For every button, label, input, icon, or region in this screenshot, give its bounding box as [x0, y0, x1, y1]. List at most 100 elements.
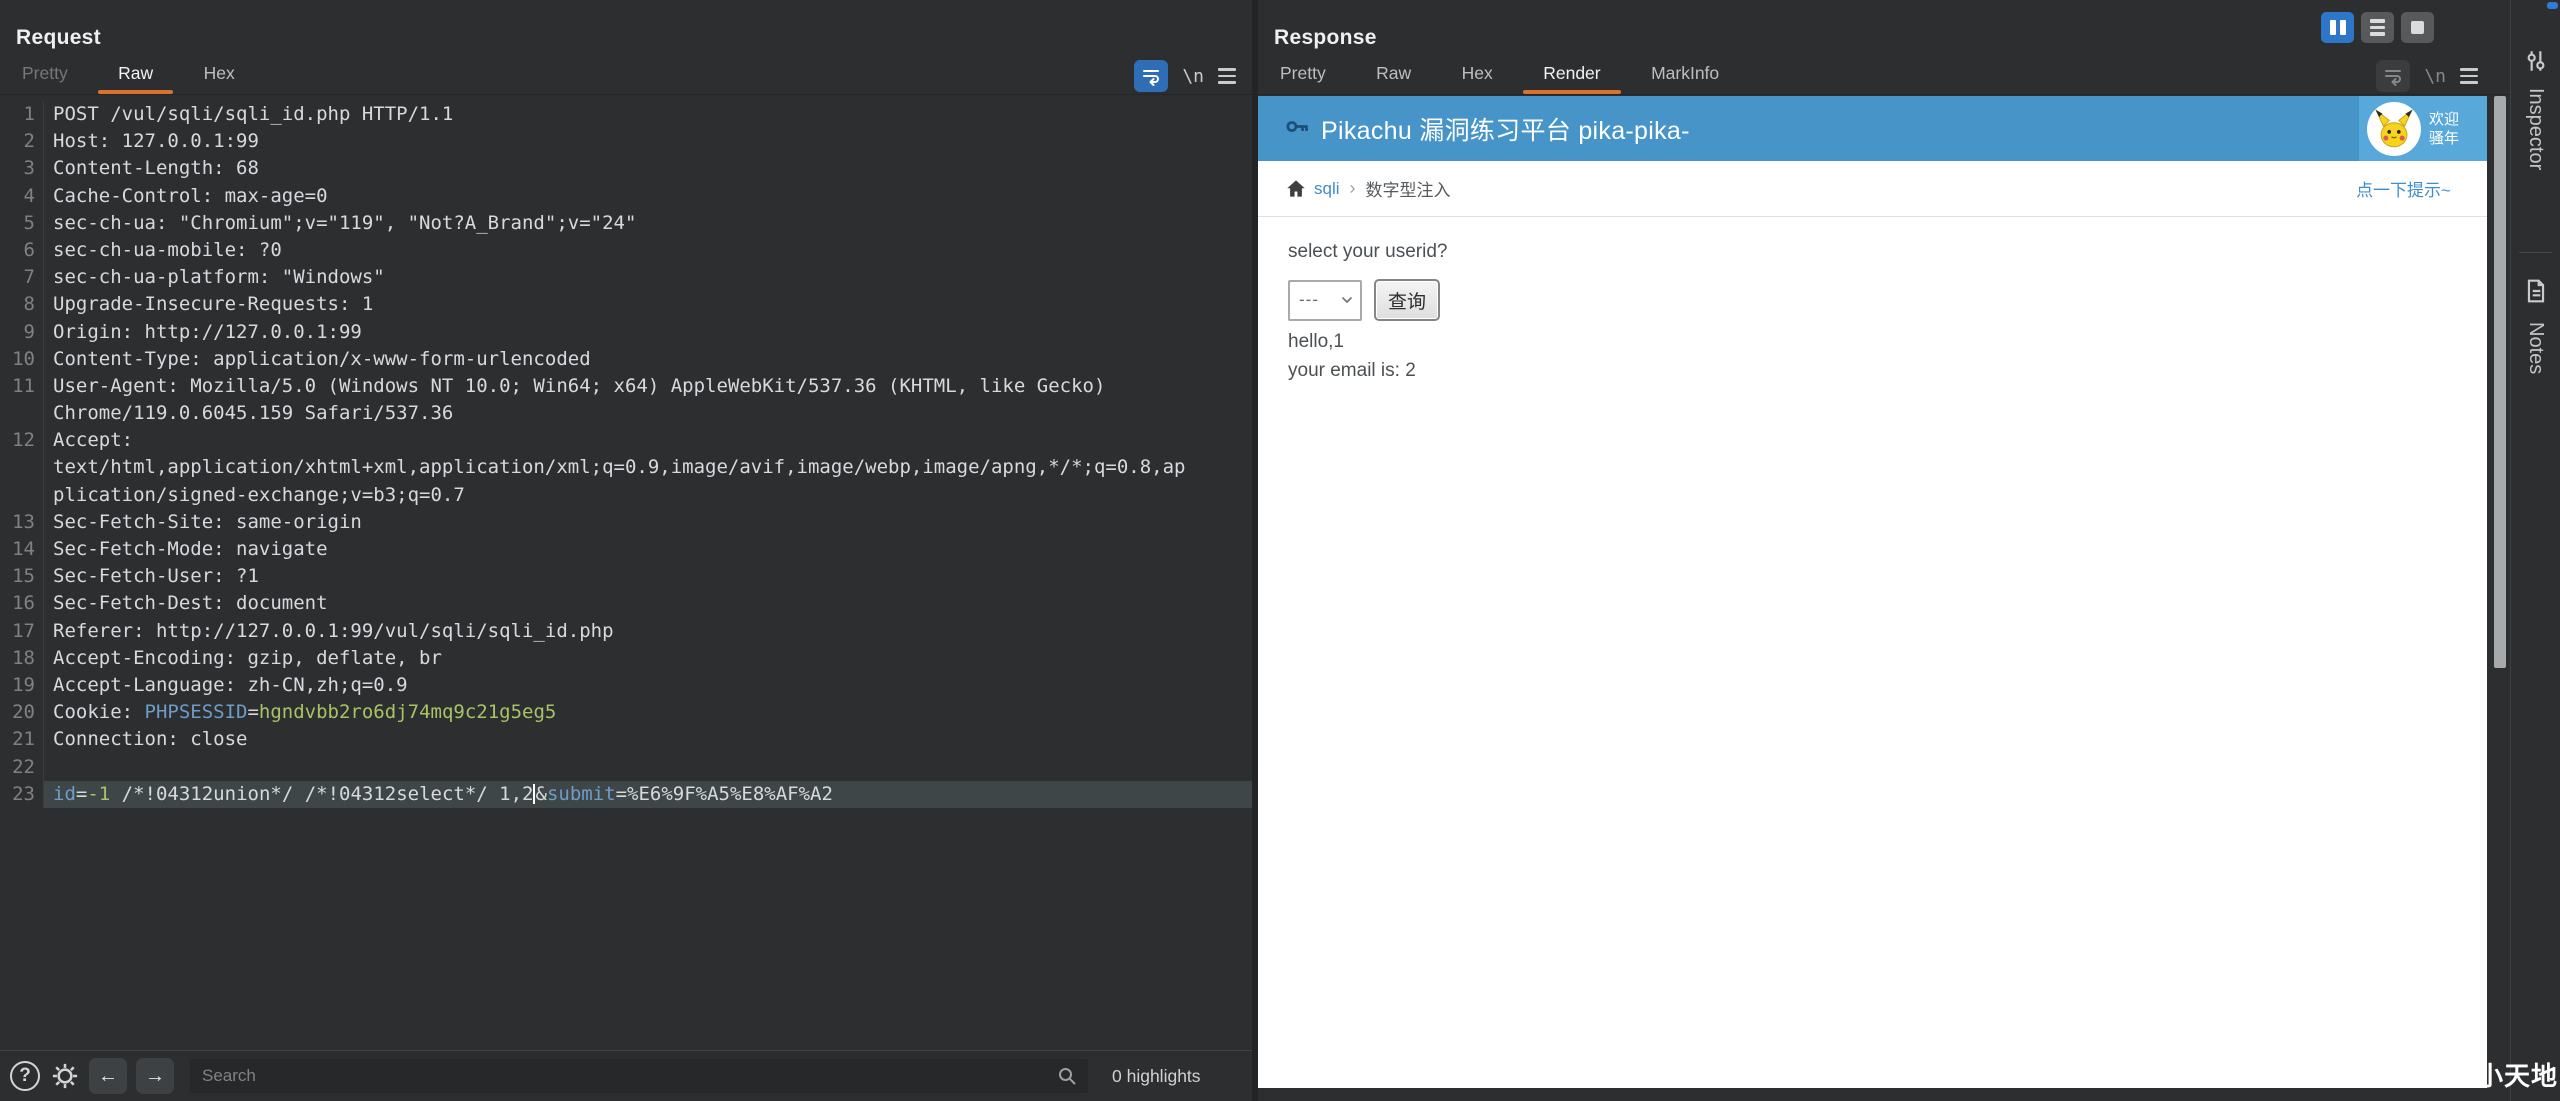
editor-row[interactable]: 16 Sec-Fetch-Dest: document — [0, 590, 1252, 618]
request-tab-raw[interactable]: Raw — [98, 55, 174, 94]
editor-row[interactable]: 4 Cache-Control: max-age=0 — [0, 182, 1252, 210]
userid-form: --- 查询 — [1288, 279, 2487, 321]
userid-select[interactable]: --- — [1288, 279, 1362, 321]
response-tab-raw[interactable]: Raw — [1376, 55, 1411, 94]
sidebar-tab-inspector[interactable]: Inspector — [2515, 88, 2557, 308]
line-number: 7 — [0, 264, 44, 292]
line-text: Cache-Control: max-age=0 — [53, 184, 328, 207]
editor-row[interactable]: 2 Host: 127.0.0.1:99 — [0, 128, 1252, 156]
editor-row[interactable]: Chrome/119.0.6045.159 Safari/537.36 — [0, 400, 1252, 428]
search-box — [190, 1059, 1088, 1093]
editor-row[interactable]: 23 id=-1 /*!04312union*/ /*!04312select*/… — [0, 780, 1252, 808]
editor-row[interactable]: 14 Sec-Fetch-Mode: navigate — [0, 536, 1252, 564]
editor-row[interactable]: 12 Accept: — [0, 427, 1252, 455]
editor-row[interactable]: text/html,application/xhtml+xml,applicat… — [0, 454, 1252, 482]
result-line: your email is: 2 — [1288, 360, 1416, 381]
line-text: Sec-Fetch-User: ?1 — [53, 565, 259, 588]
line-text: Connection: close — [53, 728, 248, 751]
rows-layout-icon[interactable] — [2361, 12, 2394, 43]
gear-icon[interactable] — [50, 1061, 80, 1091]
line-number: 13 — [0, 508, 44, 536]
editor-row[interactable]: 6 sec-ch-ua-mobile: ?0 — [0, 236, 1252, 265]
editor-row[interactable]: 17 Referer: http://127.0.0.1:99/vul/sqli/… — [0, 617, 1252, 645]
line-number: 14 — [0, 536, 44, 564]
editor-row[interactable]: plication/signed-exchange;v=b3;q=0.7 — [0, 481, 1252, 509]
editor-menu-icon[interactable] — [1218, 68, 1236, 84]
response-scrollbar — [2491, 96, 2511, 1088]
editor-row[interactable]: 1 POST /vul/sqli/sqli_id.php HTTP/1.1 — [0, 101, 1252, 129]
editor-row[interactable]: 15 Sec-Fetch-User: ?1 — [0, 563, 1252, 591]
breadcrumb-link-sqli[interactable]: sqli — [1314, 179, 1340, 199]
line-number: 23 — [0, 780, 44, 808]
newline-chars-icon[interactable]: \n — [1182, 66, 1204, 87]
editor-row[interactable]: 11 User-Agent: Mozilla/5.0 (Windows NT 10… — [0, 372, 1252, 401]
editor-row[interactable]: 21 Connection: close — [0, 726, 1252, 754]
line-text: Upgrade-Insecure-Requests: 1 — [53, 293, 374, 316]
line-text: sec-ch-ua: "Chromium";v="119", "Not?A_Br… — [53, 211, 637, 234]
response-tab-markinfo[interactable]: MarkInfo — [1651, 55, 1719, 94]
editor-row[interactable]: 18 Accept-Encoding: gzip, deflate, br — [0, 644, 1252, 672]
editor-row[interactable]: 19 Accept-Language: zh-CN,zh;q=0.9 — [0, 671, 1252, 700]
line-number: 19 — [0, 671, 44, 700]
line-number: 1 — [0, 101, 44, 129]
request-tab-pretty[interactable]: Pretty — [22, 55, 68, 94]
line-number: 17 — [0, 617, 44, 645]
line-text: Content-Type: application/x-www-form-url… — [53, 347, 591, 370]
line-number: 3 — [0, 155, 44, 183]
response-tab-pretty[interactable]: Pretty — [1280, 55, 1326, 94]
editor-row[interactable]: 22 — [0, 753, 1252, 781]
line-number: 2 — [0, 128, 44, 156]
breadcrumb-current: 数字型注入 — [1365, 181, 1451, 200]
response-title: Response — [1274, 26, 1377, 49]
line-number: 10 — [0, 345, 44, 373]
query-button[interactable]: 查询 — [1374, 279, 1441, 321]
hint-link[interactable]: 点一下提示~ — [2356, 176, 2451, 201]
line-number: 22 — [0, 753, 44, 781]
line-text — [44, 754, 53, 781]
breadcrumb: sqli › 数字型注入 点一下提示~ — [1258, 161, 2487, 217]
line-text: Host: 127.0.0.1:99 — [53, 130, 259, 153]
editor-row[interactable]: 3 Content-Length: 68 — [0, 155, 1252, 183]
pikachu-avatar[interactable] — [2367, 101, 2421, 156]
editor-row[interactable]: 20 Cookie: PHPSESSID=hgndvbb2ro6dj74mq9c2… — [0, 699, 1252, 727]
editor-row[interactable]: 9 Origin: http://127.0.0.1:99 — [0, 318, 1252, 346]
question-text: select your userid? — [1288, 241, 1448, 262]
request-tab-hex[interactable]: Hex — [204, 55, 235, 94]
site-title: Pikachu 漏洞练习平台 pika-pika- — [1321, 116, 1690, 145]
chevron-down-icon — [1341, 296, 1353, 304]
request-editor[interactable]: 1 POST /vul/sqli/sqli_id.php HTTP/1.1 2 Hos… — [0, 96, 1252, 1050]
breadcrumb-separator: › — [1349, 178, 1356, 198]
columns-layout-icon[interactable] — [2321, 12, 2354, 43]
line-text: Sec-Fetch-Dest: document — [53, 592, 328, 615]
word-wrap-icon[interactable] — [1134, 60, 1169, 92]
inspector-icon[interactable] — [2523, 48, 2549, 79]
notes-icon[interactable] — [2523, 278, 2549, 309]
editor-row[interactable]: 10 Content-Type: application/x-www-form-u… — [0, 345, 1252, 373]
editor-menu-icon[interactable] — [2460, 68, 2478, 84]
editor-row[interactable]: 5 sec-ch-ua: "Chromium";v="119", "Not?A_B… — [0, 209, 1252, 237]
line-text: text/html,application/xhtml+xml,applicat… — [53, 456, 1186, 479]
response-tab-bar: Pretty Raw Hex Render MarkInfo \n — [1258, 55, 2510, 95]
help-icon[interactable]: ? — [10, 1061, 40, 1091]
response-tab-hex[interactable]: Hex — [1462, 55, 1493, 94]
editor-row[interactable]: 7 sec-ch-ua-platform: "Windows" — [0, 264, 1252, 292]
line-number: 12 — [0, 427, 44, 455]
response-tab-render[interactable]: Render — [1523, 55, 1622, 94]
next-match-button[interactable]: → — [136, 1058, 174, 1094]
word-wrap-icon-disabled — [2376, 60, 2411, 92]
rendered-response: Pikachu 漏洞练习平台 pika-pika- 欢迎 骚年 sqli › 数… — [1258, 96, 2487, 1088]
editor-row[interactable]: 13 Sec-Fetch-Site: same-origin — [0, 508, 1252, 536]
editor-row[interactable]: 8 Upgrade-Insecure-Requests: 1 — [0, 291, 1252, 319]
pikachu-header: Pikachu 漏洞练习平台 pika-pika- 欢迎 骚年 — [1258, 96, 2487, 161]
welcome-text: 欢迎 骚年 — [2429, 110, 2460, 147]
single-pane-layout-icon[interactable] — [2401, 12, 2434, 43]
line-text: POST /vul/sqli/sqli_id.php HTTP/1.1 — [53, 103, 454, 125]
key-icon — [1284, 113, 1311, 145]
sidebar-tab-notes[interactable]: Notes — [2515, 322, 2557, 542]
search-input[interactable] — [190, 1066, 1088, 1086]
prev-match-button[interactable]: ← — [89, 1058, 127, 1094]
line-text: Sec-Fetch-Site: same-origin — [53, 510, 362, 533]
request-panel: Request Pretty Raw Hex \n 1 POST /vul/sql… — [0, 0, 1252, 1101]
home-icon[interactable] — [1286, 179, 1306, 198]
scrollbar-thumb[interactable] — [2494, 96, 2506, 668]
